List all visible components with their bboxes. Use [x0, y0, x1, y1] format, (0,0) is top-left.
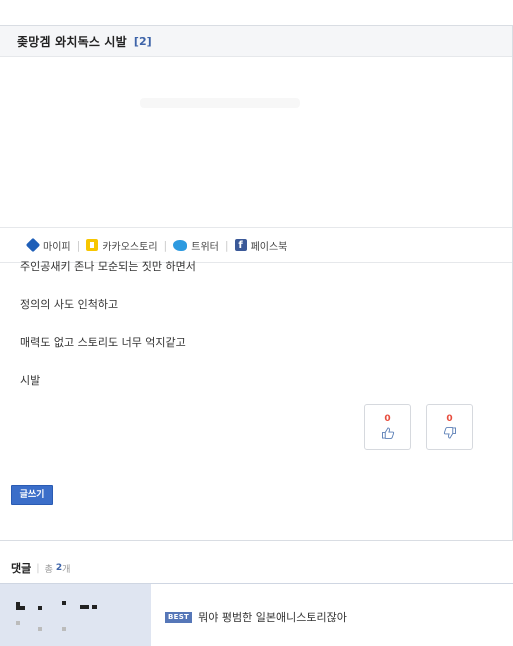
post-comment-count[interactable]: [2]	[134, 35, 152, 48]
best-comment-text: 뭐야 평범한 일본애니스토리잖아	[198, 611, 347, 624]
upvote-button[interactable]: 0	[364, 404, 411, 450]
best-badge: BEST	[165, 611, 193, 623]
best-comment-body: BEST 뭐야 평범한 일본애니스토리잖아	[165, 609, 347, 625]
downvote-button[interactable]: 0	[426, 404, 473, 450]
avatar-pixel	[62, 627, 66, 631]
avatar-pixel	[16, 621, 20, 625]
mypi-icon	[25, 237, 41, 253]
share-mypi[interactable]: 마이피	[25, 237, 71, 253]
twitter-icon	[173, 239, 188, 251]
avatar-pixel	[38, 606, 42, 610]
downvote-count: 0	[446, 414, 453, 424]
share-kakaostory-label: 카카오스토리	[102, 241, 158, 253]
comments-divider: |	[36, 562, 40, 574]
thumbs-down-icon	[443, 427, 456, 439]
thumbs-up-icon	[381, 427, 394, 439]
comments-total-unit: 개	[62, 564, 71, 575]
post-body: 주인공새키 존나 모순되는 짓만 하면서 정의의 사도 인척하고 매력도 없고 …	[20, 258, 196, 410]
share-mypi-label: 마이피	[43, 241, 71, 253]
avatar-pixel	[62, 601, 66, 605]
avatar-pixel	[38, 627, 42, 631]
avatar-pixel	[16, 606, 25, 610]
post-header: 좆망겜 와치독스 시발 [2]	[0, 26, 512, 57]
comments-total-label: 총	[44, 564, 53, 575]
avatar-pixel	[92, 605, 97, 609]
post-title: 좆망겜 와치독스 시발	[17, 34, 127, 49]
facebook-icon: f	[234, 239, 247, 251]
share-kakaostory[interactable]: 카카오스토리	[86, 238, 158, 253]
comments-title: 댓글	[11, 562, 32, 575]
share-divider: |	[224, 238, 229, 252]
share-twitter[interactable]: 트위터	[173, 238, 219, 253]
share-divider: |	[76, 238, 81, 252]
share-divider: |	[163, 238, 168, 252]
share-facebook[interactable]: f 페이스북	[234, 238, 288, 253]
write-button[interactable]: 글쓰기	[11, 485, 53, 505]
kakaostory-icon	[86, 239, 99, 251]
comments-header: 댓글 | 총 2 개	[11, 560, 70, 576]
share-facebook-label: 페이스북	[250, 241, 288, 253]
post-body-line: 주인공새키 존나 모순되는 짓만 하면서	[20, 260, 196, 273]
post-body-line: 시발	[20, 374, 41, 387]
upvote-count: 0	[384, 414, 391, 424]
post-media-area	[0, 58, 512, 242]
faint-placeholder	[140, 98, 300, 108]
best-comment-row: BEST 뭐야 평범한 일본애니스토리잖아	[0, 583, 513, 646]
avatar-pixel	[80, 605, 89, 609]
post-body-line: 정의의 사도 인척하고	[20, 298, 119, 311]
post-body-line: 매력도 없고 스토리도 너무 억지같고	[20, 336, 186, 349]
share-twitter-label: 트위터	[191, 241, 219, 253]
comment-author-avatar[interactable]	[0, 584, 151, 646]
